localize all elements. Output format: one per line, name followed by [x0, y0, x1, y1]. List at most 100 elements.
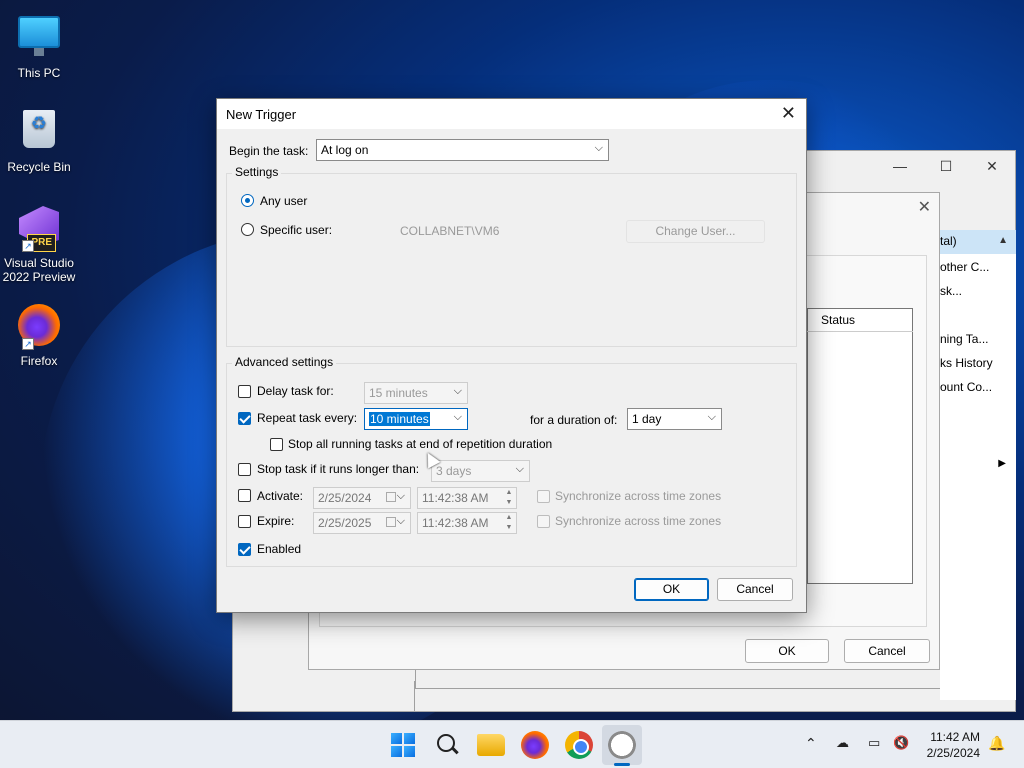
onedrive-icon[interactable]: ☁ — [836, 735, 849, 751]
volume-muted-icon[interactable]: 🔇 — [893, 735, 909, 751]
firefox-taskbar-icon[interactable] — [521, 731, 549, 759]
shortcut-arrow-icon: ↗ — [22, 338, 34, 350]
user-name-value: COLLABNET\VM6 — [400, 224, 500, 238]
chrome-icon[interactable] — [565, 731, 593, 759]
close-icon[interactable]: ✕ — [969, 158, 1015, 175]
duration-label: for a duration of: — [530, 413, 618, 427]
delay-task-label[interactable]: Delay task for: — [257, 384, 334, 398]
duration-select[interactable]: 1 day ⌵ — [627, 408, 722, 430]
chevron-down-icon: ⌵ — [453, 385, 462, 397]
cancel-button[interactable]: Cancel — [717, 578, 793, 601]
activate-sync-checkbox[interactable] — [537, 490, 550, 503]
repeat-interval-select[interactable]: 10 minutes ⌵ — [364, 408, 468, 430]
maximize-icon[interactable]: ☐ — [923, 158, 969, 175]
desktop-icon-recycle-bin[interactable]: Recycle Bin — [0, 106, 78, 174]
cancel-button[interactable]: Cancel — [844, 639, 930, 663]
activate-date-picker[interactable]: 2/25/2024 ⌵ — [313, 487, 411, 509]
monitor-icon — [18, 16, 60, 56]
status-column-header[interactable]: Status — [807, 308, 913, 332]
delay-task-select[interactable]: 15 minutes ⌵ — [364, 382, 468, 404]
calendar-icon — [386, 517, 396, 527]
show-hidden-icons-icon[interactable]: ⌃ — [805, 735, 817, 752]
activate-sync-label: Synchronize across time zones — [555, 489, 722, 503]
activate-checkbox[interactable] — [238, 489, 251, 502]
desktop-icon-label: Firefox — [20, 354, 58, 368]
expire-sync-label: Synchronize across time zones — [555, 514, 722, 528]
chevron-down-icon: ⌵ — [515, 463, 524, 475]
calendar-icon — [386, 492, 396, 502]
chevron-down-icon: ⌵ — [396, 490, 405, 502]
repeat-task-label[interactable]: Repeat task every: — [257, 411, 357, 425]
active-indicator — [614, 763, 630, 766]
list-item — [940, 302, 1016, 326]
stop-running-tasks-checkbox[interactable] — [270, 438, 283, 451]
file-explorer-icon[interactable] — [477, 734, 505, 756]
dialog-title-bar: New Trigger ✕ — [217, 99, 806, 129]
desktop-icon-label: Visual Studio 2022 Preview — [2, 256, 76, 284]
specific-user-label[interactable]: Specific user: — [260, 223, 332, 237]
advanced-settings-label: Advanced settings — [232, 355, 337, 369]
dialog-title: New Trigger — [226, 107, 297, 122]
stop-task-longer-checkbox[interactable] — [238, 463, 251, 476]
actions-pane: tal) ▲ other C... sk... ning Ta... ks Hi… — [940, 230, 1016, 700]
minimize-icon[interactable]: — — [877, 158, 923, 174]
any-user-label[interactable]: Any user — [260, 194, 307, 208]
enabled-checkbox[interactable] — [238, 543, 251, 556]
chevron-down-icon: ⌵ — [453, 411, 462, 423]
submenu-arrow-icon[interactable]: ▶ — [998, 458, 1006, 469]
list-item[interactable]: sk... — [940, 278, 1016, 302]
background-panel — [233, 681, 415, 711]
desktop-icon-visual-studio[interactable]: PRE ↗ Visual Studio 2022 Preview — [0, 204, 78, 284]
expire-checkbox[interactable] — [238, 515, 251, 528]
begin-task-label: Begin the task: — [229, 144, 309, 158]
any-user-radio[interactable] — [241, 194, 254, 207]
repeat-task-checkbox[interactable] — [238, 412, 251, 425]
close-icon[interactable]: ✕ — [781, 103, 796, 124]
activate-time-picker[interactable]: 11:42:38 AM ▲ ▼ — [417, 487, 517, 509]
chevron-down-icon: ⌵ — [707, 411, 716, 423]
clock-time: 11:42 AM — [930, 730, 980, 744]
stop-running-tasks-label[interactable]: Stop all running tasks at end of repetit… — [288, 437, 552, 451]
expire-time-picker[interactable]: 11:42:38 AM ▲ ▼ — [417, 512, 517, 534]
notifications-bell-icon[interactable]: 🔔 — [988, 735, 1005, 752]
spinner-icon[interactable]: ▲ ▼ — [502, 513, 516, 533]
stop-task-longer-label[interactable]: Stop task if it runs longer than: — [257, 462, 419, 476]
search-icon[interactable] — [433, 731, 461, 759]
chevron-down-icon: ⌵ — [396, 515, 405, 527]
expire-date-picker[interactable]: 2/25/2025 ⌵ — [313, 512, 411, 534]
list-item[interactable]: ks History — [940, 350, 1016, 374]
triggers-list[interactable] — [807, 308, 913, 584]
recycle-bin-icon — [23, 110, 55, 148]
task-scheduler-icon[interactable] — [608, 731, 636, 759]
shortcut-arrow-icon: ↗ — [22, 240, 34, 252]
desktop-icon-this-pc[interactable]: This PC — [0, 10, 78, 80]
list-item[interactable]: other C... — [940, 254, 1016, 278]
begin-task-select[interactable]: At log on ⌵ — [316, 139, 609, 161]
system-clock[interactable]: 11:42 AM 2/25/2024 — [927, 729, 980, 761]
list-item[interactable]: ning Ta... — [940, 326, 1016, 350]
change-user-button[interactable]: Change User... — [626, 220, 765, 243]
delay-task-checkbox[interactable] — [238, 385, 251, 398]
activate-label[interactable]: Activate: — [257, 489, 303, 503]
collapse-up-icon[interactable]: ▲ — [998, 235, 1008, 246]
list-item[interactable]: ount Co... — [940, 374, 1016, 398]
new-trigger-dialog: New Trigger ✕ Begin the task: At log on … — [216, 98, 807, 613]
chevron-down-icon: ⌵ — [594, 142, 603, 154]
spinner-icon[interactable]: ▲ ▼ — [502, 488, 516, 508]
expire-label[interactable]: Expire: — [257, 514, 294, 528]
expire-sync-checkbox[interactable] — [537, 515, 550, 528]
settings-group — [226, 173, 797, 347]
specific-user-radio[interactable] — [241, 223, 254, 236]
desktop-icon-label: Recycle Bin — [7, 160, 71, 174]
ok-button[interactable]: OK — [634, 578, 709, 601]
clock-date: 2/25/2024 — [926, 746, 980, 760]
stop-task-longer-select[interactable]: 3 days ⌵ — [431, 460, 530, 482]
enabled-label[interactable]: Enabled — [257, 542, 301, 556]
start-button[interactable] — [389, 731, 417, 759]
actions-pane-header[interactable]: tal) ▲ — [940, 230, 1016, 254]
close-icon[interactable]: ✕ — [918, 197, 931, 217]
settings-group-label: Settings — [232, 165, 282, 179]
network-icon[interactable]: ▭ — [868, 735, 880, 751]
ok-button[interactable]: OK — [745, 639, 829, 663]
desktop-icon-firefox[interactable]: ↗ Firefox — [0, 302, 78, 368]
